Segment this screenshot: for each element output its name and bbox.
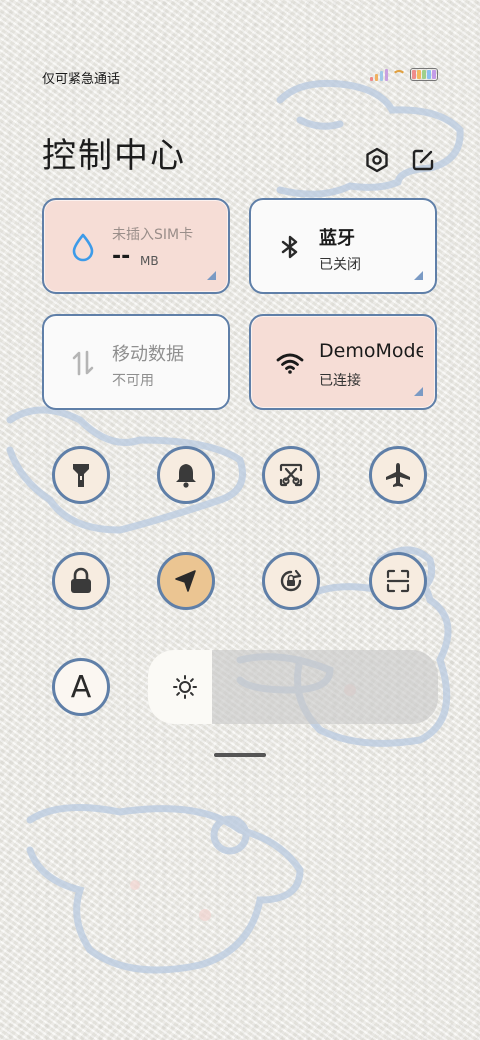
home-indicator[interactable]: [214, 753, 266, 757]
water-drop-icon: [72, 233, 94, 262]
lock-icon: [71, 567, 91, 593]
expand-corner-icon: [414, 387, 423, 396]
mobile-data-arrows-icon: [72, 350, 94, 376]
sun-icon: [173, 675, 197, 699]
wifi-icon: [276, 353, 304, 374]
data-usage-tile[interactable]: 未插入SIM卡 -- MB: [42, 198, 230, 294]
auto-rotate-toggle[interactable]: [262, 552, 320, 610]
bluetooth-tile[interactable]: 蓝牙 已关闭: [249, 198, 437, 294]
battery-icon: [410, 68, 438, 81]
auto-rotate-icon: [280, 569, 302, 592]
scanner-toggle[interactable]: [369, 552, 427, 610]
screen-lock-toggle[interactable]: [52, 552, 110, 610]
settings-hex-icon: [366, 147, 388, 173]
data-usage-value: --: [112, 244, 131, 269]
edit-icon: [412, 149, 434, 171]
signal-icon: [370, 68, 388, 81]
status-bar: 仅可紧急通话: [0, 60, 480, 90]
edit-button[interactable]: [408, 145, 438, 175]
wifi-network-name: DemoMode: [319, 340, 423, 362]
mobile-data-label: 移动数据: [112, 344, 184, 365]
page-title: 控制中心: [42, 136, 186, 176]
flashlight-icon: [73, 464, 89, 487]
flashlight-toggle[interactable]: [52, 446, 110, 504]
bell-icon: [176, 464, 196, 488]
font-size-label: A: [70, 669, 92, 705]
wifi-status-icon: [392, 69, 406, 80]
screenshot-icon: [279, 463, 303, 487]
expand-corner-icon: [414, 271, 423, 280]
bluetooth-state: 已关闭: [319, 257, 361, 273]
font-size-button[interactable]: A: [52, 658, 110, 716]
brightness-slider[interactable]: [148, 650, 438, 724]
expand-corner-icon: [207, 271, 216, 280]
location-icon: [175, 570, 196, 592]
data-usage-unit: MB: [140, 254, 159, 268]
status-icons: [370, 68, 438, 81]
bluetooth-icon: [281, 235, 298, 259]
bluetooth-label: 蓝牙: [319, 228, 355, 249]
mobile-data-tile[interactable]: 移动数据 不可用: [42, 314, 230, 410]
wifi-state: 已连接: [319, 373, 361, 389]
sim-status-label: 未插入SIM卡: [112, 227, 194, 243]
wifi-tile[interactable]: DemoMode 已连接: [249, 314, 437, 410]
airplane-icon: [386, 463, 410, 487]
carrier-text: 仅可紧急通话: [42, 72, 121, 87]
scan-icon: [386, 569, 410, 593]
location-toggle[interactable]: [157, 552, 215, 610]
ringer-toggle[interactable]: [157, 446, 215, 504]
screenshot-toggle[interactable]: [262, 446, 320, 504]
mobile-data-state: 不可用: [112, 373, 154, 389]
airplane-toggle[interactable]: [369, 446, 427, 504]
settings-button[interactable]: [362, 145, 392, 175]
